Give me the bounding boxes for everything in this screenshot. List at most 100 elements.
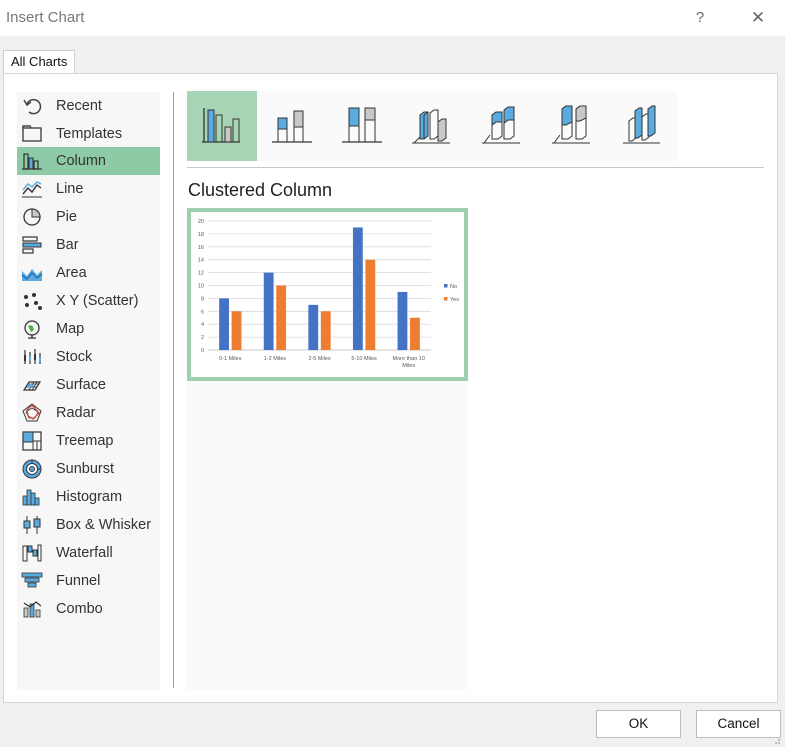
sidebar-divider — [173, 92, 174, 688]
sidebar-item-label: Column — [56, 153, 106, 169]
sidebar-item-x-y-scatter[interactable]: X Y (Scatter) — [17, 287, 160, 315]
legend-label: No — [450, 284, 457, 290]
help-button[interactable]: ? — [686, 6, 714, 30]
recent-icon — [21, 95, 43, 117]
x-tick-label: 2-5 Miles — [308, 356, 331, 362]
resize-grip-icon[interactable] — [771, 737, 781, 745]
sidebar-item-label: Surface — [56, 377, 106, 393]
preview-title: Clustered Column — [188, 180, 333, 200]
3d-stacked-column-icon — [482, 106, 520, 144]
sidebar-item-bar[interactable]: Bar — [17, 231, 160, 259]
y-tick-label: 18 — [198, 232, 204, 238]
bar-yes-0 — [231, 311, 242, 350]
y-tick-label: 12 — [198, 271, 204, 277]
map-chart-icon — [21, 318, 43, 340]
stacked-column-icon — [272, 110, 312, 143]
y-tick-label: 4 — [201, 322, 204, 328]
sidebar-item-label: Box & Whisker — [56, 517, 152, 533]
sidebar-item-waterfall[interactable]: Waterfall — [17, 539, 160, 567]
bar-no-3 — [352, 227, 363, 350]
sidebar-item-label: Pie — [56, 209, 77, 225]
subtype-divider — [187, 167, 764, 168]
legend-swatch — [444, 297, 448, 301]
3d-column-icon — [623, 105, 660, 144]
tab-all-charts[interactable]: All Charts — [3, 50, 76, 74]
ok-button[interactable]: OK — [596, 710, 681, 738]
sunburst-chart-icon — [21, 458, 43, 480]
y-tick-label: 10 — [198, 284, 204, 290]
3d-clustered-column-icon — [412, 109, 450, 144]
sidebar-item-label: Sunburst — [56, 461, 115, 477]
bar-no-2 — [308, 304, 319, 350]
x-tick-label: 5-10 Miles — [351, 356, 377, 362]
close-button[interactable]: ✕ — [744, 6, 772, 30]
sidebar-item-label: Treemap — [56, 433, 114, 449]
cancel-button[interactable]: Cancel — [696, 710, 781, 738]
chart-preview[interactable]: 0 2 4 6 8 10 12 14 16 18 20 0-1 Miles 1-2 Miles 2-5 M… — [187, 208, 468, 381]
bar-yes-3 — [365, 259, 376, 350]
sidebar-item-line[interactable]: Line — [17, 175, 160, 203]
y-tick-label: 8 — [201, 296, 204, 302]
subtype-3d-stacked-column-button[interactable] — [467, 91, 537, 161]
sidebar-item-label: X Y (Scatter) — [56, 293, 139, 309]
sidebar-item-label: Area — [56, 265, 87, 281]
sidebar-item-column[interactable]: Column — [17, 147, 160, 175]
sidebar-item-label: Templates — [56, 126, 123, 142]
y-tick-label: 14 — [198, 258, 204, 264]
sidebar-item-sunburst[interactable]: Sunburst — [17, 455, 160, 483]
preview-chart: 0 2 4 6 8 10 12 14 16 18 20 0-1 Miles 1-2 Miles 2-5 M… — [198, 219, 459, 369]
sidebar-item-recent[interactable]: Recent — [17, 92, 160, 120]
y-tick-label: 20 — [198, 219, 204, 225]
legend-swatch — [444, 284, 448, 288]
y-tick-label: 2 — [201, 335, 204, 341]
sidebar-item-radar[interactable]: Radar — [17, 399, 160, 427]
bar-yes-4 — [410, 317, 420, 350]
line-chart-icon — [21, 178, 43, 200]
sidebar-item-map[interactable]: Map — [17, 315, 160, 343]
sidebar-item-label: Radar — [56, 405, 96, 421]
sidebar-item-treemap[interactable]: Treemap — [17, 427, 160, 455]
sidebar-item-label: Waterfall — [56, 545, 113, 561]
pie-chart-icon — [21, 206, 43, 228]
scatter-chart-icon — [21, 290, 43, 312]
sidebar-item-surface[interactable]: Surface — [17, 371, 160, 399]
sidebar-item-area[interactable]: Area — [17, 259, 160, 287]
sidebar-item-label: Stock — [56, 349, 93, 365]
sidebar-item-histogram[interactable]: Histogram — [17, 483, 160, 511]
bar-yes-2 — [320, 311, 331, 350]
sidebar-item-stock[interactable]: Stock — [17, 343, 160, 371]
subtype-3d-column-button[interactable] — [607, 91, 677, 161]
y-tick-label: 6 — [201, 309, 204, 315]
radar-chart-icon — [21, 402, 43, 424]
subtype-3d-100-stacked-column-button[interactable] — [537, 91, 607, 161]
histogram-chart-icon — [21, 486, 43, 508]
sidebar-item-label: Combo — [56, 601, 103, 617]
bar-yes-1 — [276, 285, 287, 350]
funnel-chart-icon — [21, 570, 43, 592]
area-chart-icon — [21, 262, 43, 284]
sidebar-item-label: Recent — [56, 98, 102, 114]
sidebar-item-templates[interactable]: Templates — [17, 120, 160, 148]
bar-chart-icon — [21, 234, 43, 256]
clustered-column-icon — [202, 108, 240, 143]
bar-no-1 — [263, 272, 274, 350]
subtype-3d-clustered-column-button[interactable] — [397, 91, 467, 161]
subtype-stacked-column-button[interactable] — [257, 91, 327, 161]
chart-subtype-strip — [187, 91, 677, 161]
y-tick-label: 16 — [198, 245, 204, 251]
sidebar-item-combo[interactable]: Combo — [17, 595, 160, 623]
sidebar-item-box-whisker[interactable]: Box & Whisker — [17, 511, 160, 539]
subtype-clustered-column-button[interactable] — [187, 91, 257, 161]
sidebar-item-label: Line — [56, 181, 84, 197]
x-tick-label: Miles — [402, 363, 415, 369]
surface-chart-icon — [21, 374, 43, 396]
sidebar-item-funnel[interactable]: Funnel — [17, 567, 160, 595]
column-chart-icon — [21, 150, 43, 172]
subtype-100-stacked-column-button[interactable] — [327, 91, 397, 161]
bar-no-4 — [397, 291, 408, 350]
sidebar-item-label: Bar — [56, 237, 79, 253]
box-whisker-chart-icon — [21, 514, 43, 536]
sidebar-item-pie[interactable]: Pie — [17, 203, 160, 231]
x-tick-label: More than 10 — [392, 356, 424, 362]
dialog-title: Insert Chart — [6, 9, 85, 26]
